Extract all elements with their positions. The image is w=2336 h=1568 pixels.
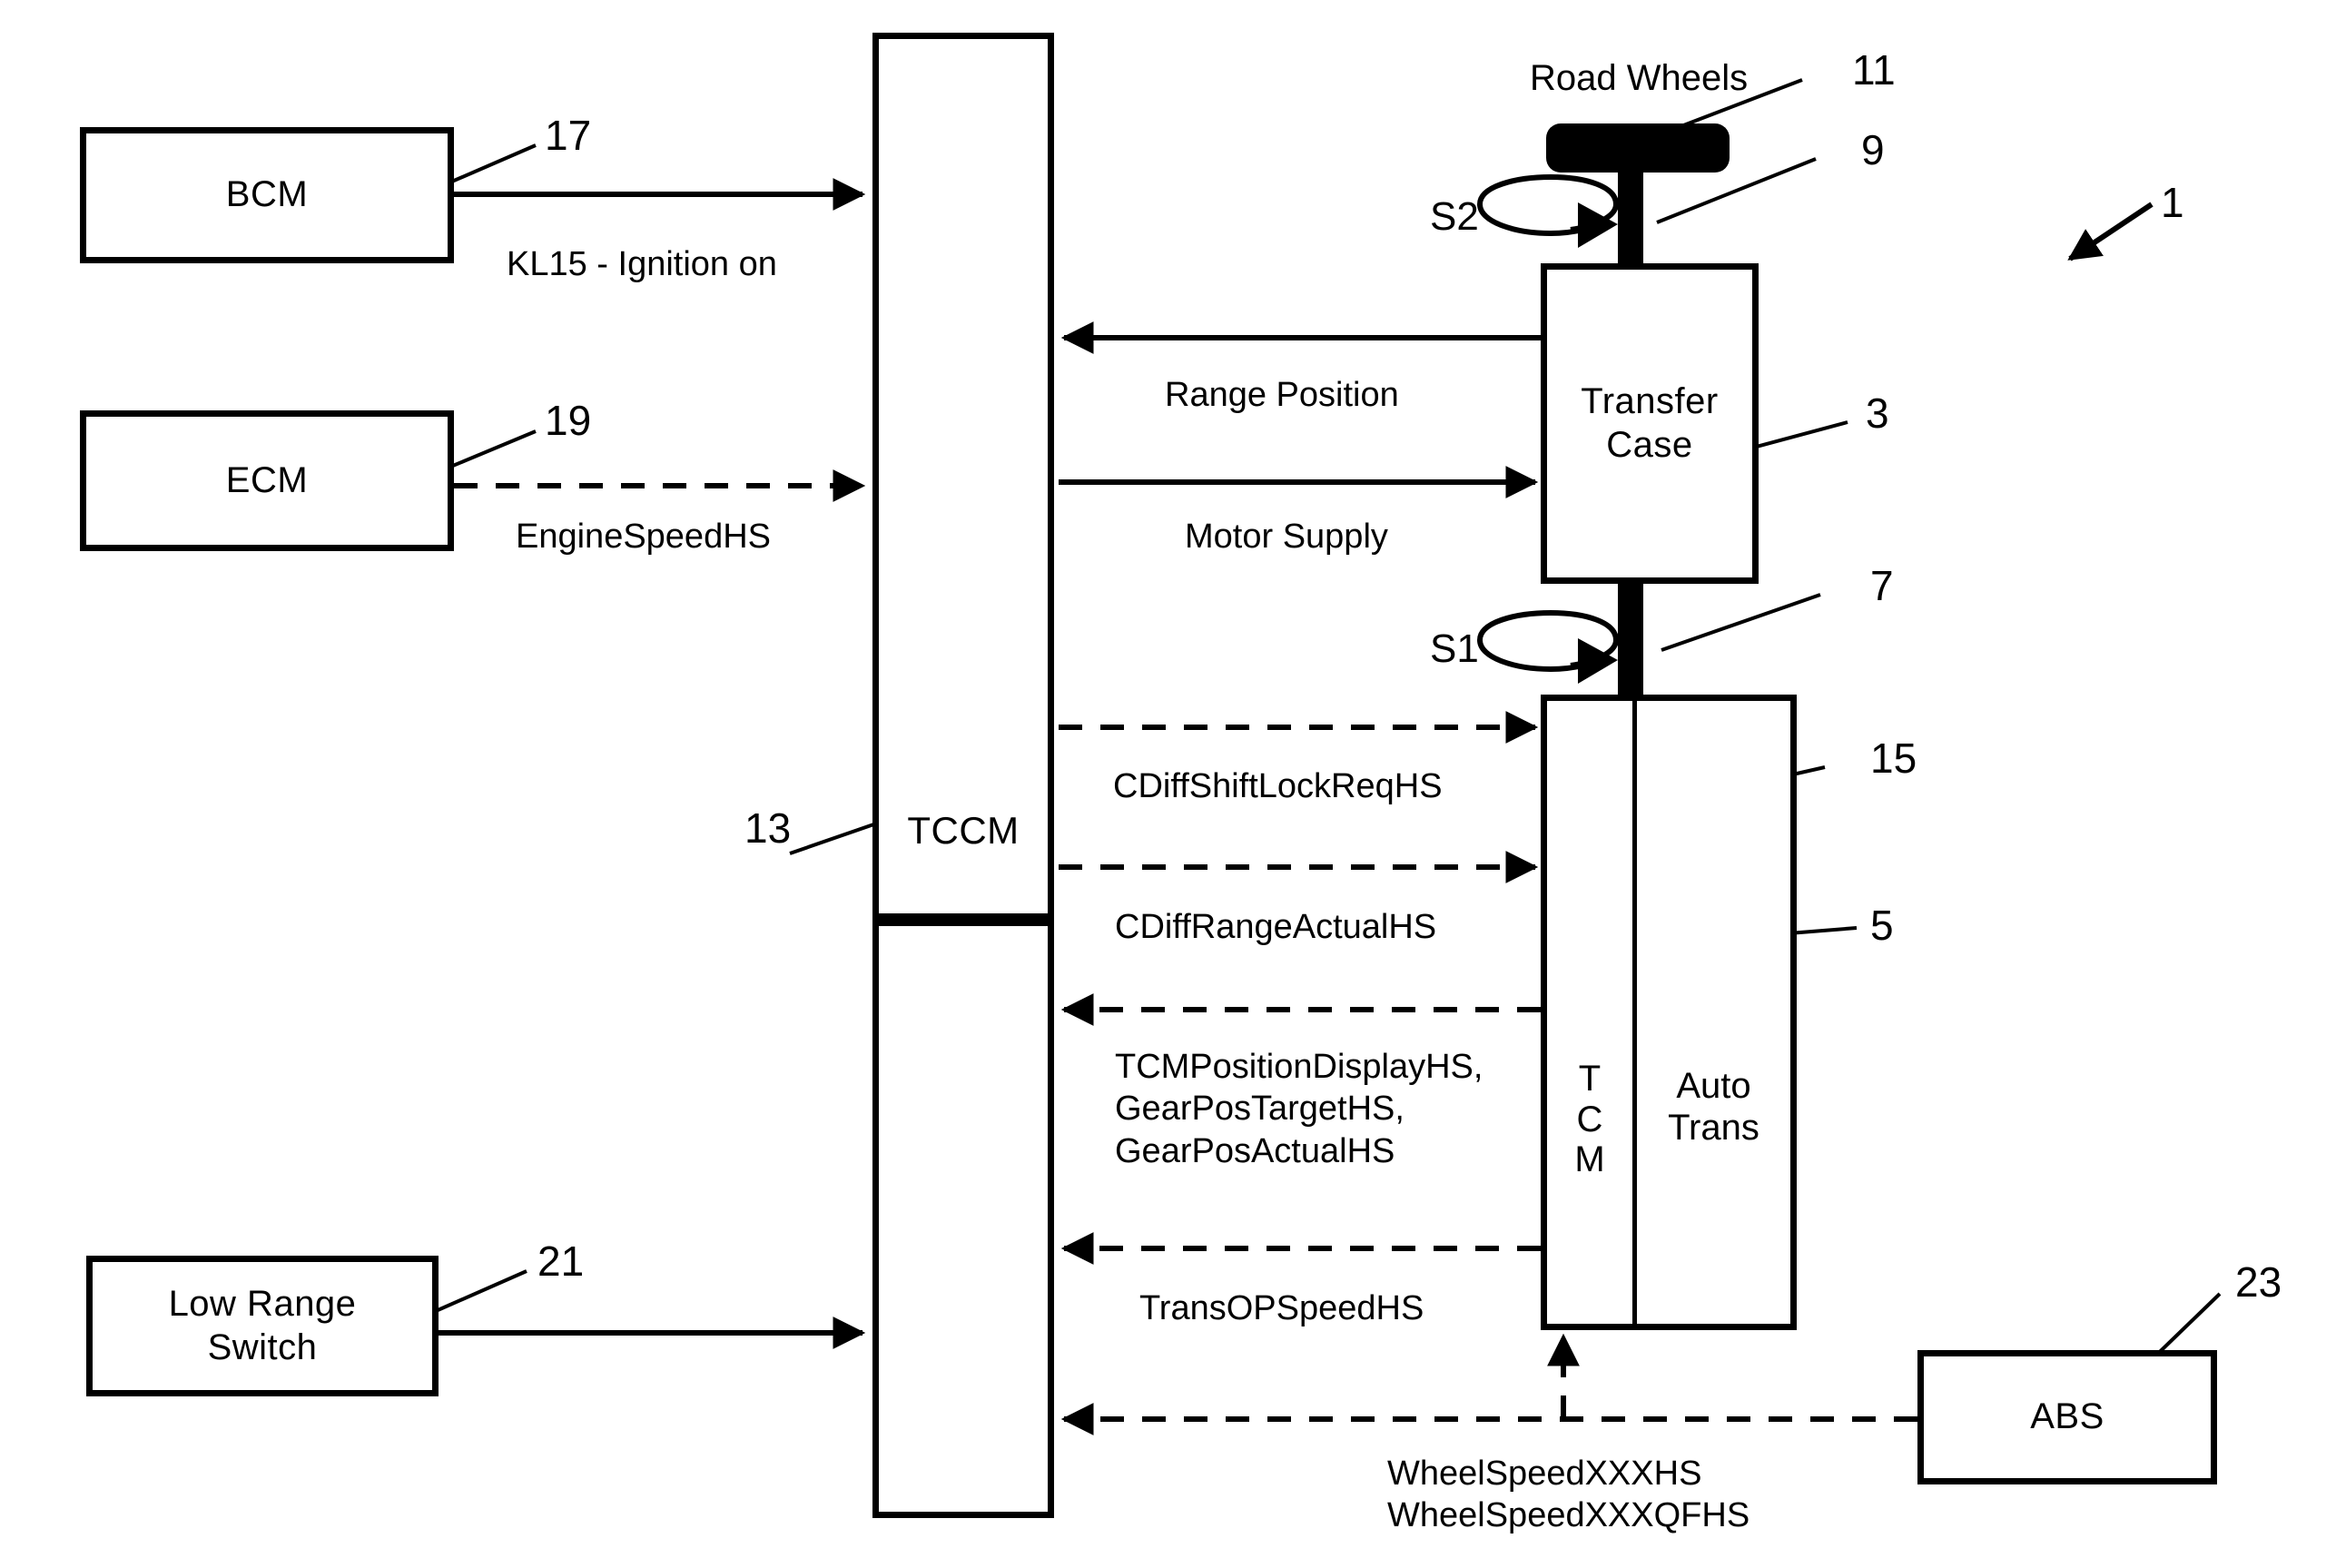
road-wheels-bar	[1546, 123, 1730, 173]
block-abs[interactable]: ABS	[1917, 1350, 2217, 1484]
block-tccm-label: TCCM	[907, 808, 1020, 852]
block-auto-trans-label: Auto Trans	[1668, 1066, 1759, 1148]
block-low-range-switch-label: Low Range Switch	[168, 1284, 357, 1367]
signal-label-range-position: Range Position	[1165, 376, 1399, 414]
block-tcm-label: T C M	[1574, 1058, 1605, 1180]
ref-numeral-19: 19	[545, 397, 592, 444]
block-transmission-assembly[interactable]: T C M Auto Trans	[1541, 695, 1797, 1330]
lower-driveshaft	[1618, 581, 1643, 699]
block-transfer-case-label: Transfer Case	[1581, 381, 1719, 465]
signal-label-motor-supply: Motor Supply	[1185, 518, 1388, 556]
block-transfer-case[interactable]: Transfer Case	[1541, 263, 1759, 584]
block-ecm-label: ECM	[225, 459, 309, 500]
block-bcm-label: BCM	[225, 174, 309, 215]
signal-label-wheel-speed: WheelSpeedXXXHS WheelSpeedXXXQFHS	[1387, 1455, 1750, 1535]
ref-numeral-9: 9	[1861, 126, 1885, 173]
block-auto-trans[interactable]: Auto Trans	[1637, 701, 1790, 1324]
block-tccm-lower-extent	[872, 920, 1054, 1518]
signal-label-cdiff-shift-lock-req: CDiffShiftLockReqHS	[1113, 767, 1443, 805]
patent-figure-canvas: Road Wheels BCM ECM Low Range Switch TCC…	[0, 0, 2336, 1568]
ref-numeral-7: 7	[1870, 562, 1894, 609]
signal-label-engine-speed: EngineSpeedHS	[516, 518, 771, 556]
block-abs-label: ABS	[2030, 1396, 2104, 1437]
signal-label-trans-op-speed: TransOPSpeedHS	[1139, 1289, 1424, 1327]
ref-numeral-13: 13	[744, 804, 792, 852]
ref-numeral-1: 1	[2161, 179, 2184, 226]
ref-numeral-23: 23	[2235, 1258, 2282, 1306]
signal-label-kl15: KL15 - Ignition on	[507, 245, 777, 283]
block-tcm[interactable]: T C M	[1547, 701, 1632, 1324]
block-low-range-switch[interactable]: Low Range Switch	[86, 1256, 439, 1396]
block-tccm[interactable]: TCCM	[872, 33, 1054, 920]
rotation-symbol-s2: S2	[1430, 194, 1479, 239]
ref-numeral-21: 21	[537, 1238, 585, 1285]
ref-numeral-11: 11	[1852, 46, 1896, 94]
ref-numeral-3: 3	[1866, 390, 1889, 437]
upper-driveshaft	[1618, 165, 1643, 267]
signal-label-tcm-position-display: TCMPositionDisplayHS, GearPosTargetHS, G…	[1115, 1048, 1483, 1170]
ref-numeral-5: 5	[1870, 902, 1894, 949]
ref-numeral-15: 15	[1870, 735, 1917, 782]
ref-numeral-17: 17	[545, 112, 592, 159]
block-ecm[interactable]: ECM	[80, 410, 454, 551]
signal-label-cdiff-range-actual: CDiffRangeActualHS	[1115, 908, 1437, 946]
rotation-symbol-s1: S1	[1430, 626, 1479, 671]
road-wheels-label: Road Wheels	[1530, 58, 1749, 98]
block-bcm[interactable]: BCM	[80, 127, 454, 263]
